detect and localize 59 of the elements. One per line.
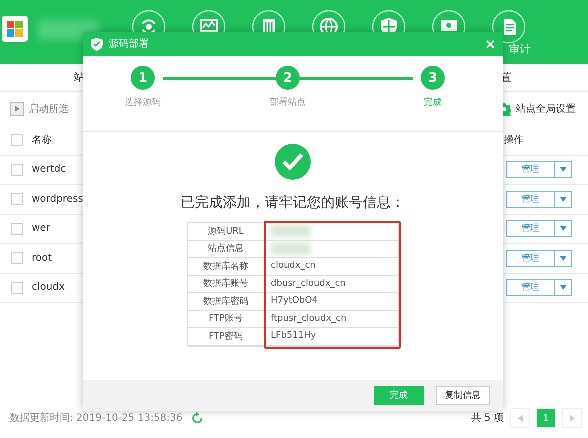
success-message: 已完成添加，请牢记您的账号信息：	[181, 194, 405, 212]
step-label: 完成	[424, 96, 442, 109]
info-label: 源码URL	[188, 223, 265, 240]
info-value: ftpusr_cloudx_cn	[270, 312, 348, 326]
info-label: 数据库名称	[188, 258, 265, 274]
step-number: 1	[131, 66, 155, 90]
global-settings-link[interactable]: 站点全局设置	[516, 102, 576, 116]
caret-icon	[560, 256, 566, 261]
row-checkbox[interactable]	[11, 222, 23, 235]
dialog-title: 源码部署	[109, 38, 149, 51]
caret-icon	[560, 226, 566, 232]
nav-label[interactable]: 审计	[509, 42, 531, 57]
row-checkbox[interactable]	[11, 252, 23, 264]
start-selected-button[interactable]: 启动所选	[29, 102, 69, 116]
blurred-title	[38, 20, 98, 40]
site-name: cloudx	[32, 282, 65, 294]
shield-icon	[91, 38, 103, 50]
info-label: 数据库账号	[188, 276, 265, 292]
caret-icon	[560, 167, 566, 172]
row-checkbox[interactable]	[11, 282, 23, 294]
windows-logo-icon	[2, 16, 28, 42]
copy-info-button[interactable]: 复制信息	[436, 386, 490, 405]
close-icon[interactable]	[486, 40, 495, 48]
finish-button[interactable]: 完成	[374, 386, 424, 405]
step-label: 选择源码	[125, 96, 161, 109]
next-page-button[interactable]	[562, 408, 582, 428]
step-number: 3	[421, 66, 445, 90]
info-value: cloudx_cn	[270, 260, 317, 274]
redacted-value	[271, 225, 311, 238]
column-header: 操作	[504, 134, 524, 148]
info-label: FTP密码	[188, 328, 265, 344]
play-icon[interactable]	[10, 102, 24, 116]
site-name: root	[32, 252, 52, 264]
select-all-checkbox[interactable]	[11, 134, 23, 146]
step-label: 部署站点	[270, 96, 306, 109]
total-count: 共 5 项	[471, 412, 504, 425]
row-checkbox[interactable]	[11, 164, 23, 176]
page-button[interactable]: 1	[536, 408, 556, 428]
row-checkbox[interactable]	[11, 193, 23, 206]
info-label: 数据库密码	[188, 293, 265, 310]
right-arrow-icon	[570, 414, 574, 422]
step-number: 2	[276, 66, 300, 90]
site-name: wer	[32, 223, 50, 234]
column-header: 名称	[32, 134, 52, 148]
left-arrow-icon	[518, 414, 522, 422]
site-name: wordpress	[32, 194, 84, 205]
info-value: H7ytObO4	[270, 295, 319, 308]
prev-page-button[interactable]	[510, 408, 530, 428]
info-label: 站点信息	[188, 240, 265, 257]
info-label: FTP账号	[188, 310, 265, 327]
success-check-icon	[275, 144, 311, 180]
refresh-icon[interactable]	[190, 412, 204, 424]
caret-icon	[560, 196, 566, 202]
info-value: LFb511Hy	[270, 330, 318, 344]
caret-icon	[560, 285, 566, 290]
info-value: dbusr_cloudx_cn	[270, 278, 347, 291]
redacted-value	[271, 242, 311, 255]
site-name: wertdc	[32, 164, 66, 176]
update-time: 数据更新时间: 2019-10-25 13:58:36	[10, 412, 183, 425]
